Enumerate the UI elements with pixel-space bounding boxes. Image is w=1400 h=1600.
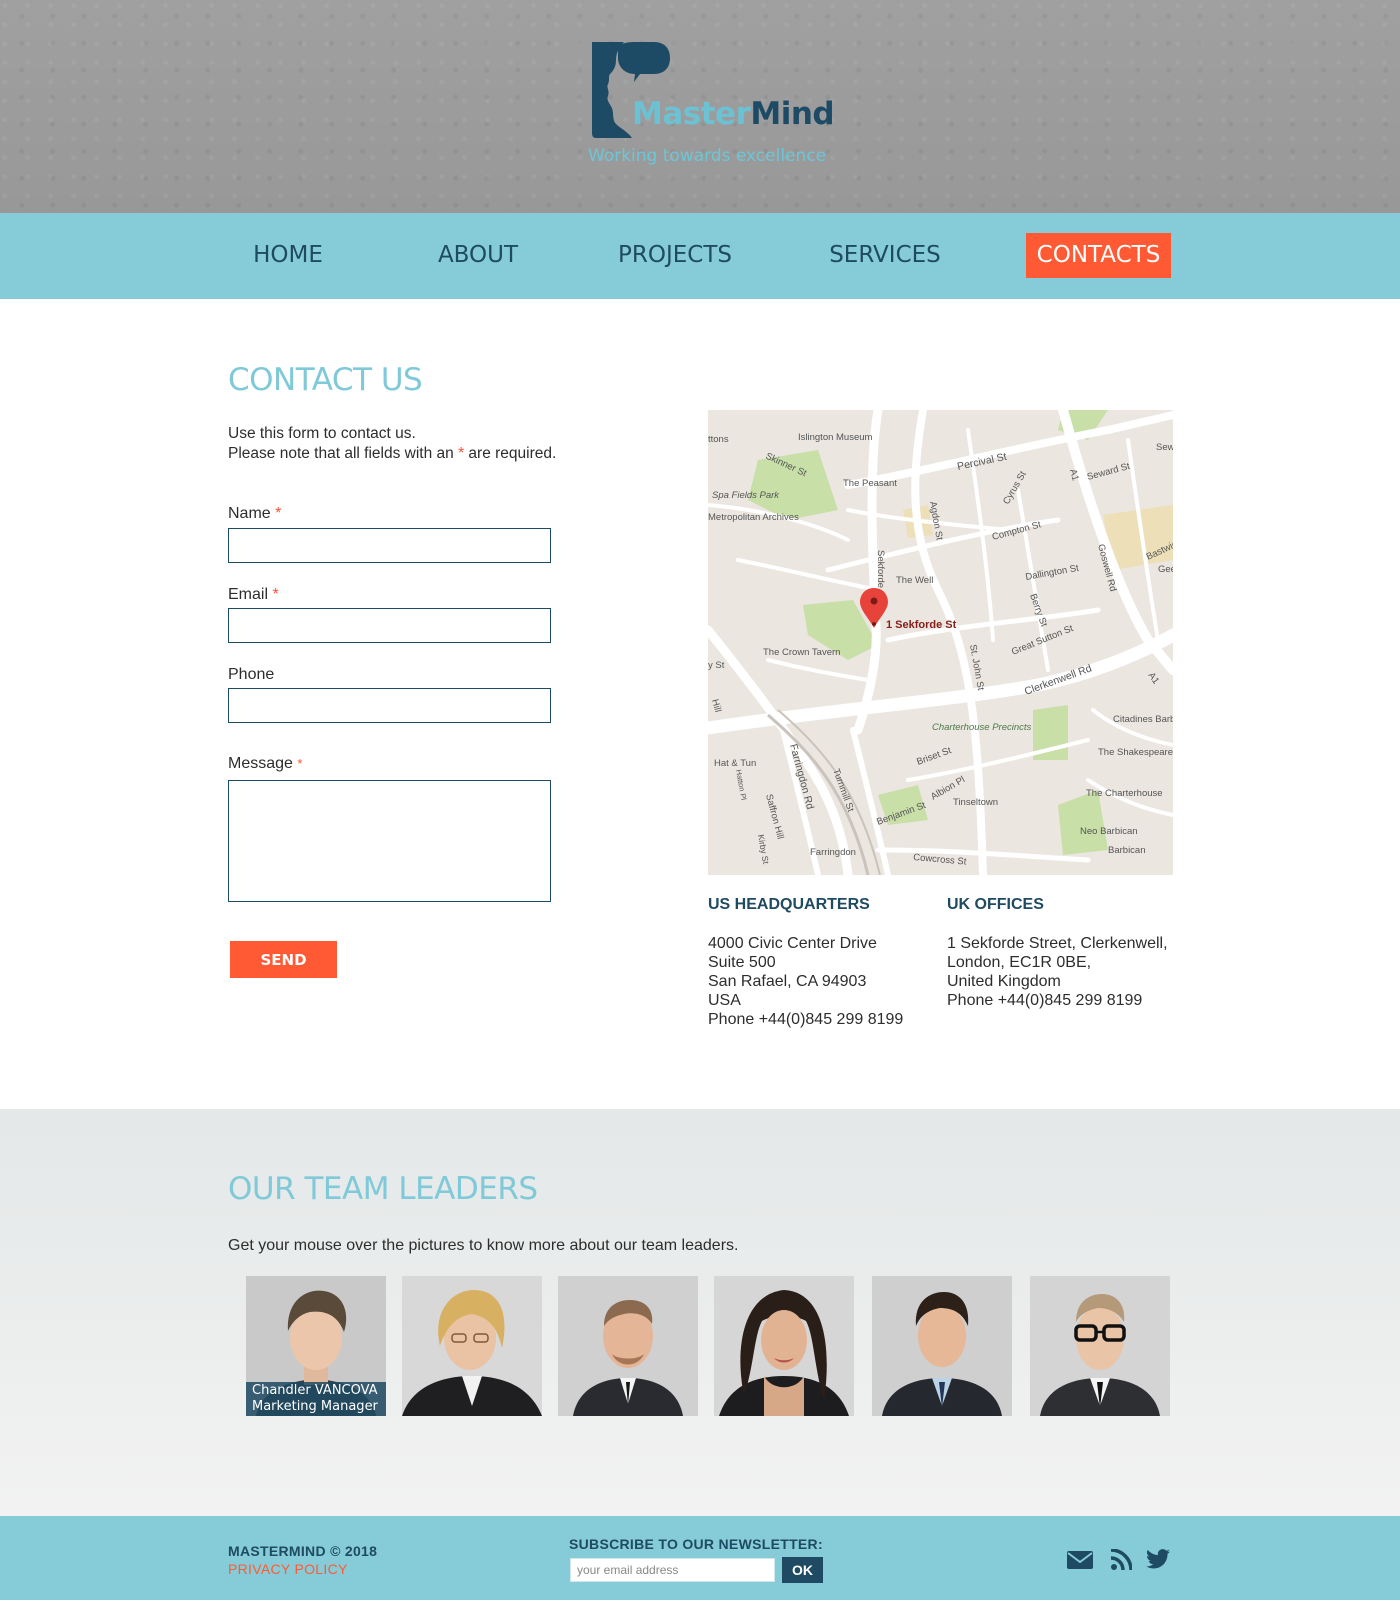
uk-offices-title: UK OFFICES bbox=[947, 896, 1044, 913]
map-label: Citadines Barbican London bbox=[1113, 714, 1173, 725]
newsletter-ok-button[interactable]: OK bbox=[782, 1557, 823, 1583]
map-label: Farringdon bbox=[810, 847, 856, 858]
newsletter-email-input[interactable] bbox=[570, 1558, 775, 1582]
map-label: The Peasant bbox=[843, 478, 897, 489]
brand-name: MasterMind bbox=[632, 96, 835, 132]
intro-line-1: Use this form to contact us. bbox=[228, 425, 416, 442]
email-field[interactable] bbox=[228, 608, 551, 643]
team-member-photo[interactable] bbox=[714, 1276, 854, 1416]
map-label: y St bbox=[708, 660, 725, 671]
main-nav: HOME ABOUT PROJECTS SERVICES CONTACTS bbox=[0, 213, 1400, 299]
site-header: MasterMind Working towards excellence bbox=[0, 0, 1400, 213]
name-label: Name * bbox=[228, 505, 282, 522]
nav-item-contacts[interactable]: CONTACTS bbox=[1026, 233, 1171, 278]
brand-logo[interactable]: MasterMind Working towards excellence bbox=[588, 40, 835, 175]
team-title: OUR TEAM LEADERS bbox=[228, 1171, 538, 1207]
map-label: Hat & Tun bbox=[714, 758, 756, 769]
team-member-photo[interactable] bbox=[558, 1276, 698, 1416]
twitter-icon[interactable] bbox=[1146, 1549, 1170, 1569]
map-label: The Crown Tavern bbox=[763, 647, 840, 658]
team-member-photo[interactable] bbox=[1030, 1276, 1170, 1416]
map-label: Spa Fields Park bbox=[712, 490, 780, 501]
map-label: Sew bbox=[1156, 442, 1173, 453]
contact-title: CONTACT US bbox=[228, 362, 423, 398]
map-label: The Well bbox=[896, 575, 933, 586]
member-caption: Chandler VANCOVA Marketing Manager bbox=[246, 1382, 386, 1416]
map-label: Charterhouse Precincts bbox=[932, 722, 1032, 733]
phone-label: Phone bbox=[228, 666, 275, 683]
message-label: Message * bbox=[228, 755, 303, 772]
intro-line-2: Please note that all fields with an * ar… bbox=[228, 445, 557, 462]
copyright: MASTERMIND © 2018 bbox=[228, 1543, 378, 1559]
privacy-policy-link[interactable]: PRIVACY POLICY bbox=[228, 1561, 348, 1577]
map-label: The Shakespeare bbox=[1098, 747, 1173, 758]
map-label: Neo Barbican bbox=[1080, 826, 1138, 837]
team-member-photo[interactable] bbox=[402, 1276, 542, 1416]
nav-item-about[interactable]: ABOUT bbox=[428, 233, 528, 278]
map-label: The Charterhouse bbox=[1086, 788, 1163, 799]
map-label: Tinseltown bbox=[953, 797, 998, 808]
send-button[interactable]: SEND bbox=[230, 941, 337, 978]
map-label: Metropolitan Archives bbox=[708, 512, 799, 523]
team-member-photo[interactable] bbox=[872, 1276, 1012, 1416]
map-label: Islington Museum bbox=[798, 432, 873, 443]
team-intro: Get your mouse over the pictures to know… bbox=[228, 1237, 739, 1254]
email-label: Email * bbox=[228, 586, 279, 603]
mail-icon[interactable] bbox=[1067, 1551, 1093, 1569]
message-field[interactable] bbox=[228, 780, 551, 902]
contact-intro: Use this form to contact us. Please note… bbox=[228, 424, 556, 464]
map-pin-label: 1 Sekforde St bbox=[886, 619, 957, 631]
map-label: ttons bbox=[708, 434, 729, 445]
map-label: Gee bbox=[1158, 564, 1173, 575]
rss-icon[interactable] bbox=[1110, 1549, 1132, 1571]
map-label: Barbican bbox=[1108, 845, 1146, 856]
us-hq-address: 4000 Civic Center Drive Suite 500 San Ra… bbox=[708, 935, 904, 1028]
nav-item-home[interactable]: HOME bbox=[238, 233, 338, 278]
name-field[interactable] bbox=[228, 528, 551, 563]
uk-offices-address: 1 Sekforde Street, Clerkenwell, London, … bbox=[947, 935, 1168, 1009]
nav-item-services[interactable]: SERVICES bbox=[820, 233, 950, 278]
team-section bbox=[0, 1109, 1400, 1516]
brand-tagline: Working towards excellence bbox=[588, 146, 827, 166]
us-hq-title: US HEADQUARTERS bbox=[708, 896, 870, 913]
team-member-photo[interactable]: Chandler VANCOVA Marketing Manager bbox=[246, 1276, 386, 1416]
location-map[interactable]: ttons Islington Museum Skinner St Perciv… bbox=[708, 410, 1173, 875]
phone-field[interactable] bbox=[228, 688, 551, 723]
nav-item-projects[interactable]: PROJECTS bbox=[610, 233, 740, 278]
newsletter-title: SUBSCRIBE TO OUR NEWSLETTER: bbox=[569, 1536, 823, 1552]
